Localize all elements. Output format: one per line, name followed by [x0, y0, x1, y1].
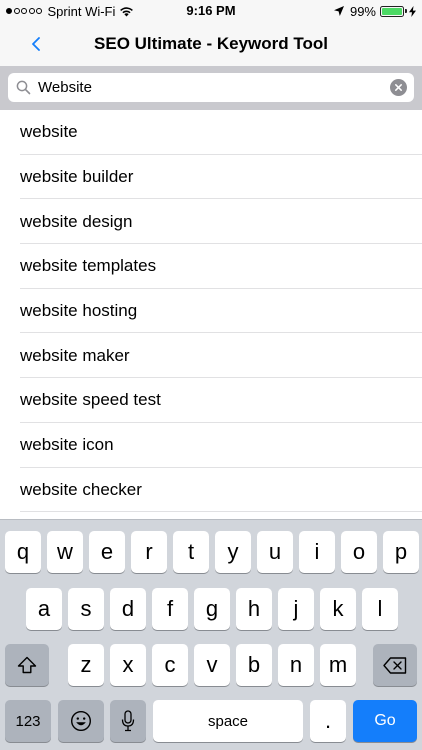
- go-key[interactable]: Go: [353, 700, 417, 742]
- backspace-key[interactable]: [373, 644, 417, 686]
- status-bar: Sprint Wi-Fi 9:16 PM 99%: [0, 0, 422, 22]
- battery-percent: 99%: [349, 3, 376, 19]
- key-z[interactable]: z: [68, 644, 104, 686]
- key-d[interactable]: d: [110, 588, 146, 630]
- key-s[interactable]: s: [68, 588, 104, 630]
- location-arrow-icon: [333, 6, 350, 16]
- key-k[interactable]: k: [320, 588, 356, 630]
- charging-bolt-icon: [407, 5, 416, 17]
- shift-key[interactable]: [5, 644, 49, 686]
- list-item[interactable]: website hosting: [20, 289, 422, 334]
- key-v[interactable]: v: [194, 644, 230, 686]
- emoji-icon: [70, 710, 92, 732]
- keyboard-row-4: 123 space . Go: [0, 700, 422, 742]
- list-item[interactable]: website: [20, 110, 422, 155]
- search-input[interactable]: [38, 73, 378, 102]
- key-c[interactable]: c: [152, 644, 188, 686]
- shift-icon: [17, 656, 37, 674]
- microphone-key[interactable]: [110, 700, 146, 742]
- keyboard-row-1: qwertyuiop: [0, 531, 422, 573]
- status-right: 99%: [333, 3, 416, 19]
- key-h[interactable]: h: [236, 588, 272, 630]
- list-item[interactable]: website checker: [20, 468, 422, 513]
- battery-icon: [380, 5, 404, 17]
- keyboard: qwertyuiop asdfghjkl zxcvbnm 123 space .…: [0, 519, 422, 750]
- search-icon: [16, 80, 31, 100]
- key-b[interactable]: b: [236, 644, 272, 686]
- key-y[interactable]: y: [215, 531, 251, 573]
- keyword-suggestion-list: website website builder website design w…: [0, 110, 422, 513]
- key-t[interactable]: t: [173, 531, 209, 573]
- list-item[interactable]: website design: [20, 199, 422, 245]
- emoji-key[interactable]: [58, 700, 104, 742]
- list-item[interactable]: website speed test: [20, 378, 422, 423]
- key-l[interactable]: l: [362, 588, 398, 630]
- backspace-icon: [383, 656, 407, 674]
- key-m[interactable]: m: [320, 644, 356, 686]
- key-p[interactable]: p: [383, 531, 419, 573]
- list-item[interactable]: website maker: [20, 333, 422, 379]
- key-e[interactable]: e: [89, 531, 125, 573]
- keyboard-row-2: asdfghjkl: [0, 588, 422, 630]
- key-w[interactable]: w: [47, 531, 83, 573]
- key-o[interactable]: o: [341, 531, 377, 573]
- page-title: SEO Ultimate - Keyword Tool: [94, 34, 328, 53]
- key-x[interactable]: x: [110, 644, 146, 686]
- space-key[interactable]: space: [153, 700, 303, 742]
- search-bar: [0, 66, 422, 110]
- clear-icon[interactable]: [390, 79, 407, 96]
- key-q[interactable]: q: [5, 531, 41, 573]
- numbers-key[interactable]: 123: [5, 700, 51, 742]
- microphone-icon: [121, 710, 135, 732]
- period-key[interactable]: .: [310, 700, 346, 742]
- navigation-bar: SEO Ultimate - Keyword Tool: [0, 22, 422, 66]
- list-item[interactable]: website builder: [20, 155, 422, 200]
- search-field[interactable]: [8, 73, 414, 102]
- key-u[interactable]: u: [257, 531, 293, 573]
- list-item[interactable]: website templates: [20, 244, 422, 289]
- key-g[interactable]: g: [194, 588, 230, 630]
- key-f[interactable]: f: [152, 588, 188, 630]
- key-r[interactable]: r: [131, 531, 167, 573]
- list-item[interactable]: website icon: [20, 423, 422, 468]
- keyboard-row-3: zxcvbnm: [0, 644, 422, 686]
- key-n[interactable]: n: [278, 644, 314, 686]
- key-a[interactable]: a: [26, 588, 62, 630]
- key-i[interactable]: i: [299, 531, 335, 573]
- key-j[interactable]: j: [278, 588, 314, 630]
